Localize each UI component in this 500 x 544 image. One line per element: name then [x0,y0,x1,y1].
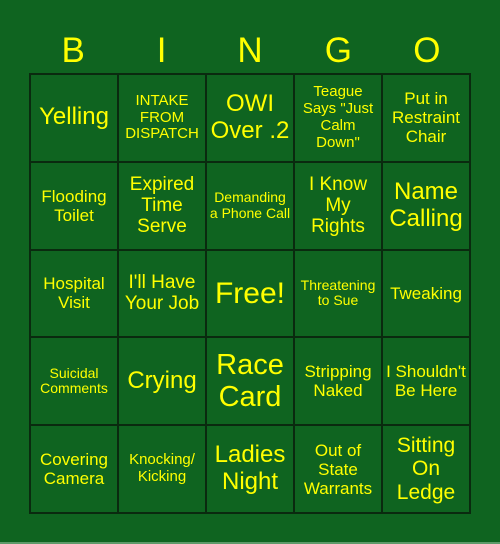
bingo-cell[interactable]: Suicidal Comments [30,337,118,426]
bingo-cell[interactable]: Knocking/ Kicking [118,425,206,513]
bingo-header: B I N G O [29,28,471,73]
bingo-cell[interactable]: Tweaking [382,249,470,338]
bingo-cell[interactable]: OWI Over .2 [206,74,294,162]
bingo-cell[interactable]: I Shouldn't Be Here [382,337,470,426]
bingo-cell[interactable]: Ladies Night [206,425,294,513]
bingo-cell[interactable]: Expired Time Serve [118,161,206,250]
bingo-cell[interactable]: Threatening to Sue [294,249,382,338]
bingo-cell[interactable]: Name Calling [382,161,470,250]
bingo-card: Yelling INTAKE FROM DISPATCH OWI Over .2… [29,73,471,514]
bingo-cell[interactable]: Put in Restraint Chair [382,74,470,162]
bingo-cell[interactable]: Sitting On Ledge [382,425,470,513]
bingo-cell[interactable]: Flooding Toilet [30,161,118,250]
bingo-cell[interactable]: Out of State Warrants [294,425,382,513]
header-letter-g: G [324,31,353,70]
header-letter-n: N [237,31,263,70]
bingo-cell[interactable]: Crying [118,337,206,426]
bingo-cell[interactable]: I'll Have Your Job [118,249,206,338]
bingo-cell[interactable]: Race Card [206,337,294,426]
bingo-cell[interactable]: Teague Says "Just Calm Down" [294,74,382,162]
header-letter-b: B [61,31,85,70]
bingo-cell[interactable]: Covering Camera [30,425,118,513]
bingo-cell[interactable]: Hospital Visit [30,249,118,338]
bingo-cell[interactable]: Stripping Naked [294,337,382,426]
bingo-cell[interactable]: INTAKE FROM DISPATCH [118,74,206,162]
bingo-cell[interactable]: Demanding a Phone Call [206,161,294,250]
bingo-cell[interactable]: Yelling [30,74,118,162]
bingo-cell[interactable]: I Know My Rights [294,161,382,250]
header-letter-i: I [156,31,167,70]
free-space[interactable]: Free! [206,249,294,338]
header-letter-o: O [413,31,441,70]
